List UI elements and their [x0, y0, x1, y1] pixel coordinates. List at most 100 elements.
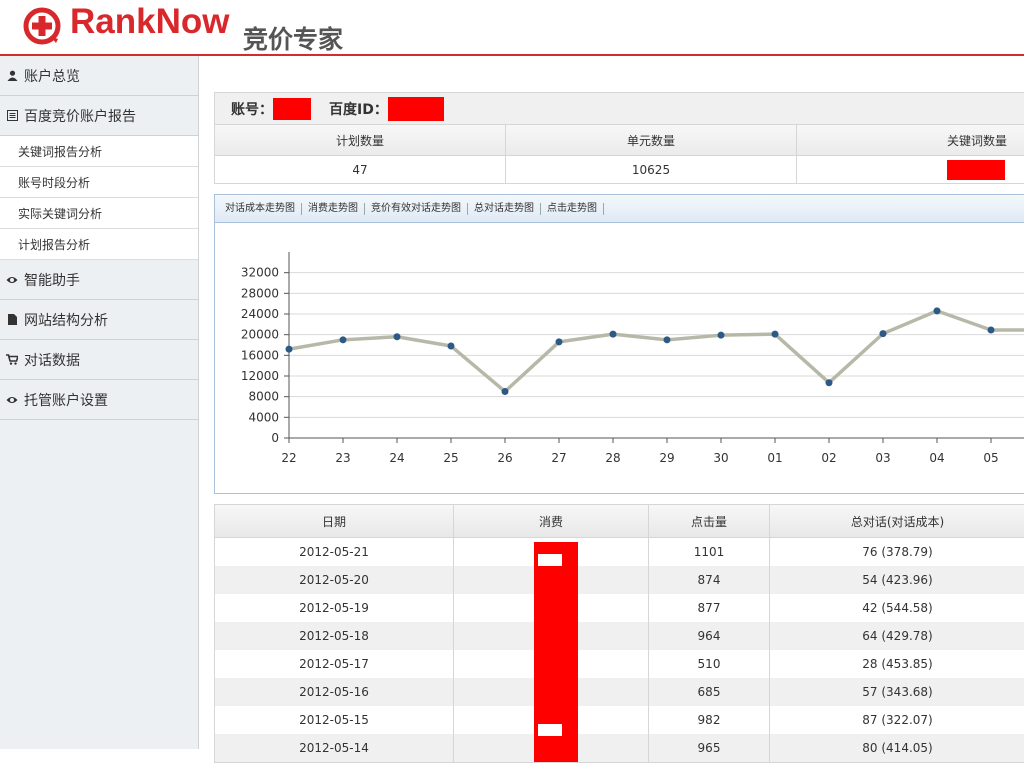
clicks-column-header[interactable]: 点击量 [649, 505, 770, 537]
data-point [933, 307, 941, 315]
data-point [663, 336, 671, 344]
chats-cell: 28 (453.85) [862, 657, 933, 671]
cost-column-header[interactable]: 消费 [454, 505, 649, 537]
chart-tab-bar: 对话成本走势图 消费走势图 竞价有效对话走势图 总对话走势图 点击走势图 [215, 195, 1024, 223]
account-summary: 账号： 百度ID： 计划数量 单元数量 关键词数量 47 10625 [214, 92, 1024, 184]
chats-cell: 76 (378.79) [862, 545, 933, 559]
sidebar-item-chat-data[interactable]: 对话数据 [0, 340, 198, 380]
account-label: 账号： [231, 101, 273, 118]
chats-column-header[interactable]: 总对话(对话成本) [770, 505, 1024, 537]
chats-cell: 54 (423.96) [862, 573, 933, 587]
clicks-cell: 874 [649, 566, 770, 594]
x-tick-label: 26 [497, 451, 512, 465]
x-tick-label: 22 [281, 451, 296, 465]
table-body: 2012-05-21 1101 76 (378.79) 2012-05-20 874 54… [215, 538, 1024, 762]
date-cell: 2012-05-16 [215, 678, 454, 706]
series-line [288, 309, 1024, 394]
y-tick-label: 32000 [241, 266, 279, 280]
data-point [609, 330, 617, 338]
table-row: 2012-05-18 964 64 (429.78) [215, 622, 1024, 650]
date-cell: 2012-05-14 [215, 734, 454, 762]
tab-valid-chat-trend[interactable]: 竞价有效对话走势图 [365, 202, 468, 215]
sidebar-item-site-structure[interactable]: 网站结构分析 [0, 300, 198, 340]
y-tick-label: 8000 [248, 390, 279, 404]
clicks-cell: 877 [649, 594, 770, 622]
y-tick-label: 0 [271, 431, 279, 445]
date-cell: 2012-05-15 [215, 706, 454, 734]
clicks-cell: 1101 [649, 538, 770, 566]
sidebar-subitem-actual-keyword[interactable]: 实际关键词分析 [0, 198, 198, 229]
data-point [879, 330, 887, 338]
line-chart: 0 4000 8000 12000 16000 20000 24000 28000 32000 2… [241, 252, 1024, 465]
keyword-count-header: 关键词数量 [946, 133, 1007, 148]
x-tick-label: 24 [389, 451, 404, 465]
ranknow-logo-icon[interactable] [22, 6, 62, 46]
data-point [771, 330, 779, 338]
x-tick-label: 30 [713, 451, 728, 465]
x-tick-label: 02 [821, 451, 836, 465]
table-row: 2012-05-20 874 54 (423.96) [215, 566, 1024, 594]
clicks-cell: 964 [649, 622, 770, 650]
unit-count-header: 单元数量 [506, 125, 797, 155]
sidebar-item-managed-settings[interactable]: 托管账户设置 [0, 380, 198, 420]
chats-cell: 87 (322.07) [862, 713, 933, 727]
table-row: 2012-05-16 685 57 (343.68) [215, 678, 1024, 706]
y-tick-label: 20000 [241, 328, 279, 342]
brand-name[interactable]: RankNow [70, 2, 229, 42]
x-tick-label: 04 [929, 451, 944, 465]
account-info-bar: 账号： 百度ID： [215, 93, 1024, 125]
chats-cell: 42 (544.58) [862, 601, 933, 615]
tab-total-chat-trend[interactable]: 总对话走势图 [468, 202, 541, 215]
sidebar-subitem-account-timeslot[interactable]: 账号时段分析 [0, 167, 198, 198]
clicks-cell: 982 [649, 706, 770, 734]
date-cell: 2012-05-18 [215, 622, 454, 650]
date-cell: 2012-05-19 [215, 594, 454, 622]
file-icon [6, 314, 18, 326]
chats-cell: 57 (343.68) [862, 685, 933, 699]
sidebar-item-label: 托管账户设置 [24, 392, 108, 409]
data-point [501, 388, 509, 395]
y-tick-label: 12000 [241, 369, 279, 383]
date-column-header[interactable]: 日期 [215, 505, 454, 537]
data-point [555, 338, 563, 346]
data-point [825, 379, 833, 387]
chats-cell: 80 (414.05) [862, 741, 933, 755]
sidebar-item-overview[interactable]: 账户总览 [0, 56, 198, 96]
table-row: 2012-05-17 510 28 (453.85) [215, 650, 1024, 678]
header: RankNow 竞价专家 [0, 0, 1024, 56]
x-tick-label: 03 [875, 451, 890, 465]
clicks-cell: 965 [649, 734, 770, 762]
sidebar-subitem-keyword-report[interactable]: 关键词报告分析 [0, 136, 198, 167]
tab-chat-cost-trend[interactable]: 对话成本走势图 [219, 202, 302, 215]
clicks-cell: 685 [649, 678, 770, 706]
y-tick-label: 24000 [241, 307, 279, 321]
redacted-baidu-id [387, 96, 444, 121]
data-point [393, 333, 401, 341]
sidebar-item-label: 账户总览 [24, 68, 80, 85]
sidebar-item-baidu-report[interactable]: 百度竞价账户报告 [0, 96, 198, 136]
redacted-cost-column [534, 542, 578, 762]
eye-icon [6, 274, 18, 286]
tab-spend-trend[interactable]: 消费走势图 [302, 202, 365, 215]
sidebar-item-label: 智能助手 [24, 272, 80, 289]
daily-stats-table: 日期 消费 点击量 总对话(对话成本) 2012-05-21 1101 76 (37… [214, 504, 1024, 763]
data-point [717, 331, 725, 339]
y-tick-label: 4000 [248, 410, 279, 424]
eye-icon [6, 394, 18, 406]
brand-subtitle: 竞价专家 [243, 25, 344, 54]
data-point [285, 345, 293, 353]
trend-chart-panel: 对话成本走势图 消费走势图 竞价有效对话走势图 总对话走势图 点击走势图 0 40… [214, 194, 1024, 494]
x-tick-label: 05 [983, 451, 998, 465]
cart-icon [6, 354, 18, 366]
plan-count-value: 47 [215, 156, 506, 183]
redacted-account [273, 97, 311, 120]
table-row: 2012-05-14 965 80 (414.05) [215, 734, 1024, 762]
tab-click-trend[interactable]: 点击走势图 [541, 202, 604, 215]
date-cell: 2012-05-20 [215, 566, 454, 594]
x-tick-label: 01 [767, 451, 782, 465]
sidebar-item-label: 网站结构分析 [24, 312, 108, 329]
sidebar-item-smart-assistant[interactable]: 智能助手 [0, 260, 198, 300]
sidebar-subitem-plan-report[interactable]: 计划报告分析 [0, 229, 198, 260]
sidebar-item-label: 对话数据 [24, 352, 80, 369]
data-point [987, 326, 995, 334]
